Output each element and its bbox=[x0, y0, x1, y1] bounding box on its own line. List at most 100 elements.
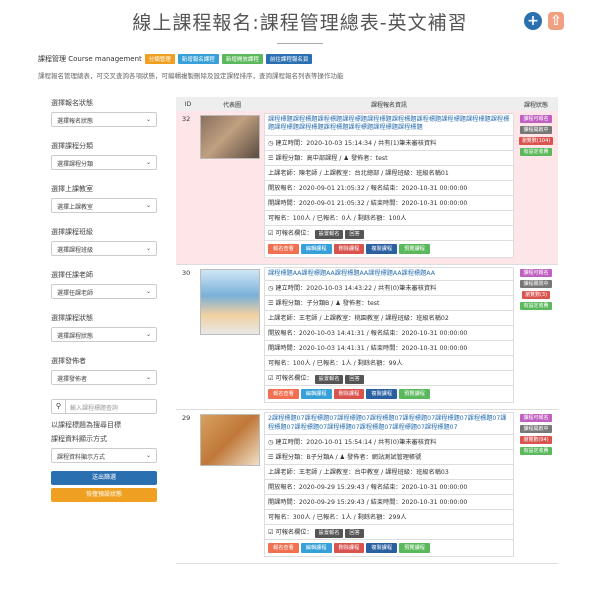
row-action-button[interactable]: 刪除課程 bbox=[333, 389, 365, 400]
row-action-button[interactable]: 預覽課程 bbox=[399, 543, 430, 554]
open-line: 開課時間：2020-09-01 21:05:32 / 結束時間：2020-10-… bbox=[265, 196, 513, 211]
status-column: 課程可報名 課程開啟中 瀏覽數(104) 有設定收費 bbox=[514, 111, 558, 264]
select-value: 選擇報名狀態 bbox=[57, 118, 94, 125]
publisher-select[interactable]: 選擇發佈者 ⌄ bbox=[51, 370, 157, 385]
created-line: ◷ 建立時間：2020-10-01 15:54:14 / 共有(0)筆未審核資料 bbox=[265, 435, 513, 451]
row-action-button[interactable]: 報名查看 bbox=[268, 543, 299, 554]
list-icon: ☰ bbox=[268, 154, 276, 162]
user-icon: ♟ bbox=[339, 454, 348, 462]
select-value: 選擇任課老師 bbox=[57, 290, 94, 297]
filter-label: 選擇上課教室 bbox=[51, 185, 93, 193]
classroom-select[interactable]: 選擇上課教室 ⌄ bbox=[51, 198, 157, 213]
filter-label: 選擇課程狀態 bbox=[51, 314, 93, 322]
signup-line: 開放報名：2020-09-01 21:05:32 / 報名結束：2020-10-… bbox=[265, 181, 513, 196]
status-badge: 課程可報名 bbox=[520, 414, 552, 423]
field-setting-button[interactable]: 回答 bbox=[345, 229, 364, 239]
course-info: 2課程標題07課程標題07課程標題07課程標題07課程標題07課程標題07課程標… bbox=[264, 412, 514, 558]
status-badge: 瀏覽數(3) bbox=[521, 290, 551, 299]
fields-text: 可報名欄位： bbox=[275, 375, 313, 383]
row-actions: 報名查看 編輯課程 刪除課程 複製課程 預覽課程 bbox=[265, 540, 513, 556]
course-class-select[interactable]: 選擇課程班級 ⌄ bbox=[51, 241, 157, 256]
row-action-button[interactable]: 刪除課程 bbox=[333, 543, 365, 554]
course-category-select[interactable]: 選擇課程分類 ⌄ bbox=[51, 155, 157, 170]
field-setting-button[interactable]: 回答 bbox=[345, 375, 364, 385]
page-description: 課程報名管理總表，可交叉查詢各項狀態，可編輯複製刪除及設定課程排序，查詢課程報名… bbox=[38, 72, 344, 80]
row-action-button[interactable]: 複製課程 bbox=[366, 543, 398, 554]
user-icon: ♟ bbox=[343, 154, 351, 162]
course-title-link[interactable]: 2課程標題07課程標題07課程標題07課程標題07課程標題07課程標題07課程標… bbox=[265, 413, 513, 436]
chevron-down-icon: ⌄ bbox=[145, 116, 151, 123]
counts-line: 可報名：100人 / 已報名：1人 / 剩餘名額：99人 bbox=[265, 356, 513, 372]
status-badge: 課程關閉中 bbox=[520, 279, 552, 288]
page-header: 線上課程報名:課程管理總表-英文補習 bbox=[0, 8, 600, 44]
row-action-button[interactable]: 複製課程 bbox=[366, 243, 398, 254]
row-actions: 報名查看 編輯課程 刪除課程 複製課程 預覽課程 bbox=[265, 241, 513, 257]
category-line: ☰ 課程分類：B子分類A / ♟ 發佈者：網站測試管理帳號 bbox=[265, 450, 513, 466]
row-action-button[interactable]: 刪除課程 bbox=[333, 243, 365, 254]
signup-status-select[interactable]: 選擇報名狀態 ⌄ bbox=[51, 112, 157, 127]
status-badge: 課程開啟中 bbox=[520, 425, 552, 434]
filter-sidebar: 選擇報名狀態 選擇報名狀態 ⌄ 選擇課程分類 選擇課程分類 ⌄ 選擇上課教室 選擇上… bbox=[51, 98, 157, 505]
field-setting-button[interactable]: 回答 bbox=[345, 529, 364, 539]
course-title-link[interactable]: 課程標題AA課程標題AA課程標題AA課程標題AA課程標題AA bbox=[265, 268, 513, 282]
chevron-down-icon: ⌄ bbox=[145, 452, 151, 459]
order-select[interactable]: 課程資料顯示方式 ⌄ bbox=[51, 448, 157, 463]
fields-text: 可報名欄位： bbox=[275, 229, 313, 237]
search-input[interactable]: 輸入課程標題查詢 bbox=[66, 400, 122, 413]
filter-label: 選擇發佈者 bbox=[51, 357, 86, 365]
publisher-text: 發佈者：網站測試管理帳號 bbox=[347, 454, 422, 462]
breadcrumb-label: 課程管理 Course management bbox=[38, 55, 142, 63]
go-signup-page-button[interactable]: 前往課程報名頁 bbox=[265, 54, 313, 64]
chevron-down-icon: ⌄ bbox=[145, 374, 151, 381]
chevron-down-icon: ⌄ bbox=[145, 331, 151, 338]
page-title: 線上課程報名:課程管理總表-英文補習 bbox=[132, 12, 468, 34]
signup-line: 開放報名：2020-09-29 15:29:43 / 報名結束：2020-10-… bbox=[265, 480, 513, 496]
list-icon: ☰ bbox=[268, 300, 276, 308]
publisher-text: 發佈者：test bbox=[342, 300, 380, 308]
row-id: 30 bbox=[182, 268, 191, 277]
field-setting-button[interactable]: 設置報名 bbox=[314, 375, 344, 385]
submit-filter-button[interactable]: 送出篩選 bbox=[51, 471, 157, 485]
row-actions: 報名查看 編輯課程 刪除課程 複製課程 預覽課程 bbox=[265, 386, 513, 402]
teacher-select[interactable]: 選擇任課老師 ⌄ bbox=[51, 284, 157, 299]
row-action-button[interactable]: 編輯課程 bbox=[300, 389, 332, 400]
row-action-button[interactable]: 預覽課程 bbox=[399, 243, 430, 254]
open-line: 開課時間：2020-09-29 15:29:43 / 結束時間：2020-10-… bbox=[265, 495, 513, 511]
search-hint: 以課程標題為搜尋目標 bbox=[51, 421, 121, 429]
row-action-button[interactable]: 編輯課程 bbox=[300, 243, 332, 254]
col-info: 課程報名資訊 bbox=[370, 101, 407, 109]
category-management-button[interactable]: 分類管理 bbox=[144, 54, 175, 64]
course-thumbnail bbox=[200, 414, 260, 467]
row-action-button[interactable]: 編輯課程 bbox=[300, 543, 332, 554]
status-column: 課程可報名 課程關閉中 瀏覽數(3) 有設定收費 bbox=[514, 265, 558, 409]
search-box[interactable]: ⚲ 輸入課程標題查詢 bbox=[51, 399, 157, 414]
field-setting-button[interactable]: 設置報名 bbox=[314, 529, 344, 539]
reset-filter-button[interactable]: 恢復預設狀態 bbox=[51, 488, 157, 502]
course-title-link[interactable]: 課程標題課程標題課程標題課程標題課程標題課程標題課程標題課程標題課程標題課程標題… bbox=[265, 114, 513, 136]
row-action-button[interactable]: 預覽課程 bbox=[399, 389, 430, 400]
category-text: 課程分類：B子分類A / bbox=[275, 454, 340, 462]
open-line: 開課時間：2020-10-03 14:41:31 / 結束時間：2020-10-… bbox=[265, 341, 513, 357]
fields-line: ☑ 可報名欄位： 設置報名 回答 bbox=[265, 226, 513, 241]
table-body: 32 課程標題課程標題課程標題課程標題課程標題課程標題課程標題課程標題課程標題課… bbox=[176, 111, 558, 565]
checkbox-icon: ☑ bbox=[268, 529, 276, 537]
arrow-up-icon[interactable]: ⇧ bbox=[548, 12, 564, 30]
created-text: 建立時間：2020-10-03 14:43:22 / 共有(0)筆未審核資料 bbox=[275, 285, 437, 293]
add-open-course-button[interactable]: 新增開放課程 bbox=[221, 54, 263, 64]
course-thumbnail bbox=[200, 268, 260, 335]
course-status-select[interactable]: 選擇課程狀態 ⌄ bbox=[51, 327, 157, 342]
fields-line: ☑ 可報名欄位： 設置報名 回答 bbox=[265, 525, 513, 541]
field-setting-button[interactable]: 設置報名 bbox=[314, 229, 344, 239]
category-line: ☰ 課程分類：高中部課程 / ♟ 發佈者：test bbox=[265, 151, 513, 166]
add-signup-course-button[interactable]: 新增報名課程 bbox=[177, 54, 219, 64]
created-line: ◷ 建立時間：2020-10-03 14:43:22 / 共有(0)筆未審核資料 bbox=[265, 281, 513, 297]
row-action-button[interactable]: 複製課程 bbox=[366, 389, 398, 400]
select-value: 課程資料顯示方式 bbox=[57, 454, 106, 461]
row-action-button[interactable]: 報名查看 bbox=[268, 243, 299, 254]
course-info: 課程標題AA課程標題AA課程標題AA課程標題AA課程標題AA ◷ 建立時間：20… bbox=[264, 266, 514, 404]
counts-line: 可報名：100人 / 已報名：0人 / 剩餘名額：100人 bbox=[265, 211, 513, 226]
category-line: ☰ 課程分類：子分類B / ♟ 發佈者：test bbox=[265, 296, 513, 312]
plus-circle-icon[interactable]: + bbox=[524, 12, 542, 30]
row-action-button[interactable]: 報名查看 bbox=[268, 389, 299, 400]
status-badge: 有設定收費 bbox=[520, 301, 552, 310]
